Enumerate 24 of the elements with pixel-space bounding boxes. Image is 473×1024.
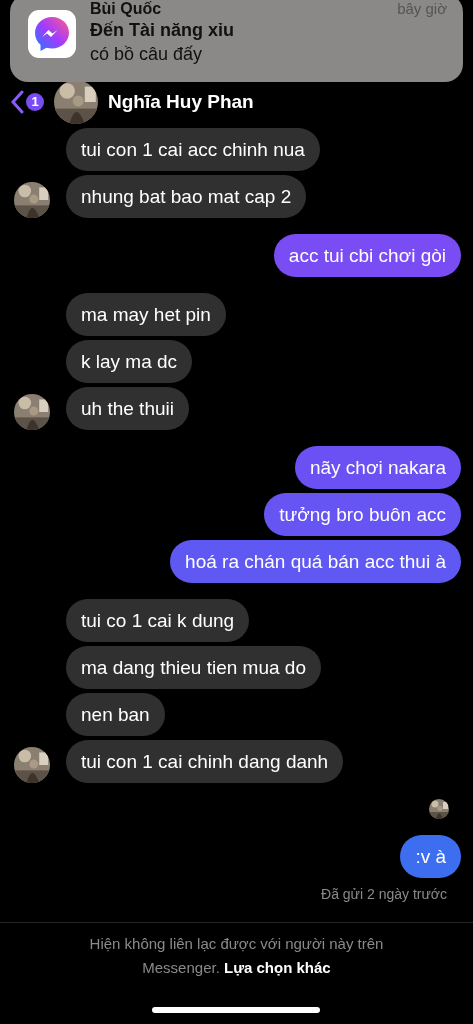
sent-status: Đã gửi 2 ngày trước — [320, 886, 448, 902]
message-bubble: ma dang thieu tien mua do — [66, 646, 321, 689]
notification-title: Đến Tài năng xỉu — [90, 19, 236, 42]
message-bubble: tui con 1 cai chinh dang danh — [66, 740, 344, 783]
unread-count: 1 — [26, 93, 44, 111]
notification-body: có bồ câu đấy — [90, 43, 204, 66]
message-bubble: tưởng bro buôn acc — [264, 493, 461, 536]
contact-name[interactable]: Nghĩa Huy Phan — [108, 91, 254, 113]
back-button[interactable]: 1 — [10, 90, 44, 114]
other-options-link[interactable]: Lựa chọn khác — [224, 959, 331, 976]
message-bubble: ma may het pin — [66, 293, 226, 336]
message-bubble: hoá ra chán quá bán acc thui à — [170, 540, 461, 583]
message-bubble: k lay ma dc — [66, 340, 193, 383]
message-bubble: tui con 1 cai acc chinh nua — [66, 128, 320, 171]
message-bubble: acc tui cbi chơi gòi — [273, 234, 461, 277]
message-bubble: uh the thuii — [66, 387, 189, 430]
message-bubble: nhung bat bao mat cap 2 — [66, 175, 307, 218]
message-bubble: nãy chơi nakara — [294, 446, 461, 489]
message-bubble: nen ban — [66, 693, 165, 736]
unavailable-notice: Hiện không liên lạc được với người này trên Messenger. Lựa chọn khác — [88, 934, 385, 978]
messenger-icon — [28, 10, 76, 58]
message-bubble: :v à — [400, 835, 461, 878]
notification-sender: Bùi Quốc — [90, 0, 162, 18]
message-bubble: tui co 1 cai k dung — [66, 599, 250, 642]
